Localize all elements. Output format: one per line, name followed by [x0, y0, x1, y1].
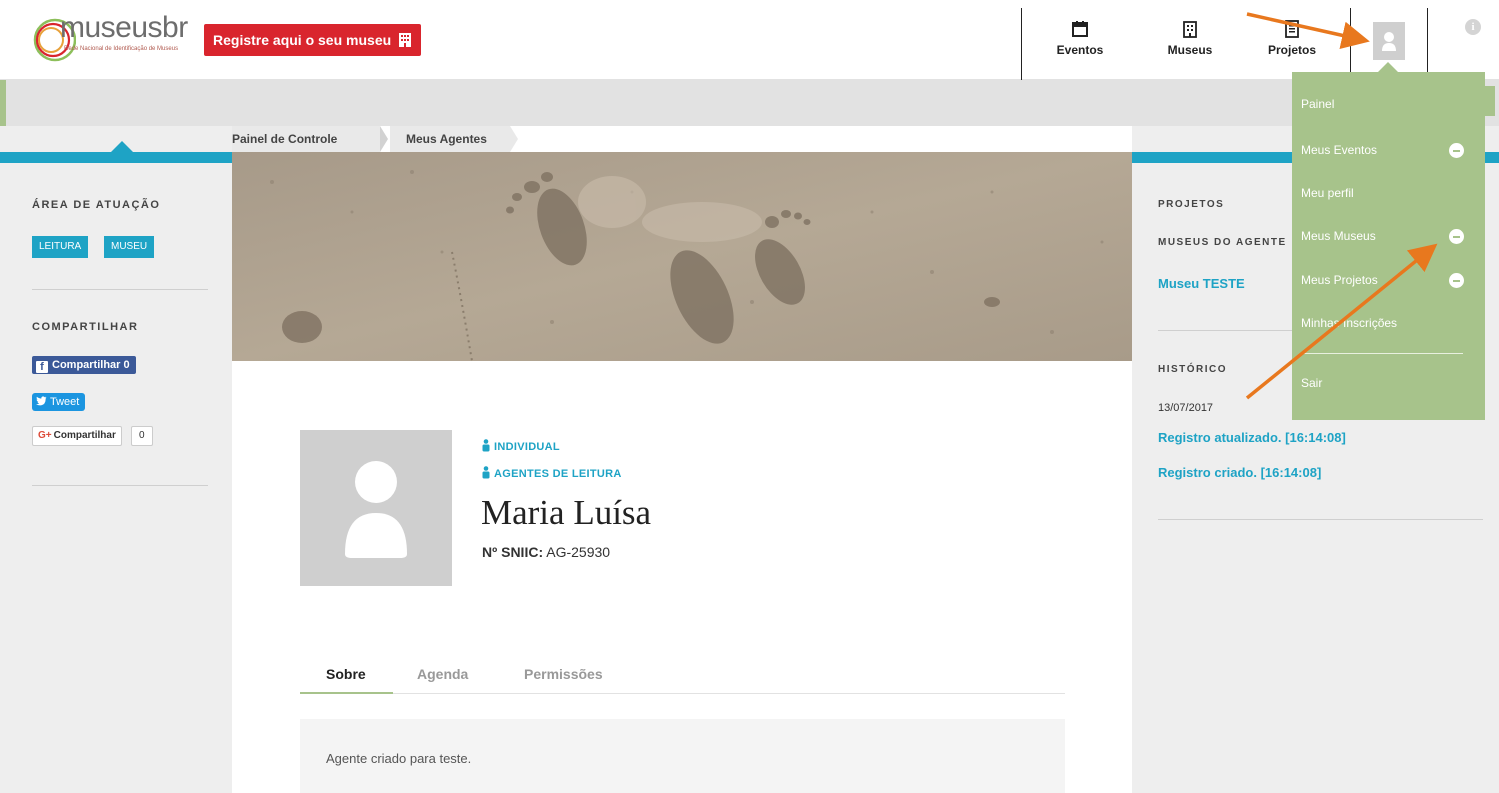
- sniic-number: Nº SNIIC: AG-25930: [482, 544, 610, 560]
- projects-title: PROJETOS: [1158, 199, 1225, 210]
- breadcrumb-separator: [380, 126, 388, 152]
- document-icon: [1285, 20, 1299, 38]
- nav-museus-label: Museus: [1167, 43, 1213, 57]
- profile-avatar: [300, 430, 452, 586]
- collapse-minus-icon[interactable]: [1449, 143, 1464, 158]
- user-avatar-button[interactable]: [1373, 22, 1405, 60]
- dropdown-caret: [1378, 62, 1398, 72]
- breadcrumb: Painel de Controle Meus Agentes: [232, 126, 1132, 152]
- person-icon: [482, 466, 490, 479]
- tag-leitura[interactable]: LEITURA: [32, 236, 89, 258]
- facebook-share-button[interactable]: f Compartilhar 0: [32, 356, 136, 374]
- menu-item-meus-eventos[interactable]: Meus Eventos: [1301, 143, 1377, 157]
- left-sidebar: [0, 126, 232, 793]
- breadcrumb-meus-agentes[interactable]: Meus Agentes: [390, 126, 510, 152]
- menu-item-minhas-inscricoes[interactable]: Minhas Inscrições: [1301, 316, 1397, 330]
- agent-name: Maria Luísa: [481, 493, 652, 532]
- left-accent-notch: [111, 141, 133, 152]
- tab-agenda[interactable]: Agenda: [417, 666, 468, 682]
- agent-area: AGENTES DE LEITURA: [482, 466, 622, 480]
- sniic-label: Nº SNIIC:: [482, 544, 544, 560]
- agent-type: INDIVIDUAL: [482, 439, 560, 453]
- top-header: museusbr Rede Nacional de Identificação …: [0, 0, 1499, 80]
- logo-text: museusbr: [60, 11, 188, 44]
- nav-projetos[interactable]: Projetos: [1242, 0, 1342, 79]
- user-dropdown-menu: [1292, 72, 1485, 420]
- calendar-icon: [1072, 21, 1088, 37]
- history-item[interactable]: Registro criado. [16:14:08]: [1158, 465, 1321, 480]
- nav-eventos[interactable]: Eventos: [1030, 0, 1130, 79]
- user-icon: [1382, 32, 1396, 51]
- status-bar-edge: [1485, 86, 1495, 116]
- history-item[interactable]: Registro atualizado. [16:14:08]: [1158, 430, 1346, 445]
- collapse-minus-icon[interactable]: [1449, 273, 1464, 288]
- area-title: ÁREA DE ATUAÇÃO: [32, 199, 161, 211]
- google-plus-share-button[interactable]: G+ Compartilhar: [32, 426, 122, 446]
- breadcrumb-painel-label: Painel de Controle: [232, 132, 338, 146]
- building-icon: [399, 33, 412, 47]
- user-silhouette-icon: [345, 461, 407, 558]
- nav-separator: [1427, 8, 1428, 80]
- divider: [1158, 519, 1483, 520]
- agent-area-label: AGENTES DE LEITURA: [494, 468, 622, 480]
- menu-item-meus-museus[interactable]: Meus Museus: [1301, 229, 1376, 243]
- active-tab-indicator: [300, 692, 393, 694]
- google-plus-count: 0: [131, 426, 153, 446]
- nav-museus[interactable]: Museus: [1140, 0, 1240, 79]
- cover-image: [232, 152, 1132, 361]
- collapse-minus-icon[interactable]: [1449, 229, 1464, 244]
- menu-divider: [1301, 353, 1463, 354]
- tweet-label: Tweet: [50, 396, 80, 408]
- facebook-icon: f: [36, 361, 48, 373]
- facebook-share-count: 0: [123, 359, 130, 371]
- menu-item-meu-perfil[interactable]: Meu perfil: [1301, 186, 1354, 200]
- menu-item-sair[interactable]: Sair: [1301, 376, 1322, 390]
- history-date: 13/07/2017: [1158, 402, 1214, 414]
- register-museum-button[interactable]: Registre aqui o seu museu: [204, 24, 422, 56]
- register-museum-label: Registre aqui o seu museu: [213, 32, 392, 48]
- breadcrumb-meus-agentes-label: Meus Agentes: [406, 132, 487, 146]
- footprints-in-sand-image: [232, 152, 1132, 361]
- nav-separator: [1350, 8, 1351, 80]
- left-accent-strip: [0, 152, 232, 163]
- nav-projetos-label: Projetos: [1267, 43, 1316, 57]
- agent-type-label: INDIVIDUAL: [494, 441, 560, 453]
- google-plus-label: Compartilhar: [53, 430, 116, 441]
- sniic-value: AG-25930: [546, 544, 611, 560]
- about-text: Agente criado para teste.: [326, 751, 472, 766]
- tab-sobre[interactable]: Sobre: [326, 666, 366, 682]
- nav-separator: [1021, 8, 1022, 80]
- divider: [32, 485, 208, 486]
- share-title: COMPARTILHAR: [32, 321, 139, 333]
- divider: [32, 289, 208, 290]
- tab-permissoes[interactable]: Permissões: [524, 666, 603, 682]
- twitter-bird-icon: [36, 396, 47, 406]
- menu-item-painel[interactable]: Painel: [1301, 97, 1334, 111]
- status-bar: [0, 80, 1499, 126]
- history-title: HISTÓRICO: [1158, 364, 1228, 375]
- tweet-button[interactable]: Tweet: [32, 393, 86, 411]
- profile-tabs: Sobre Agenda Permissões: [300, 660, 1065, 694]
- google-plus-icon: G+: [38, 430, 52, 441]
- breadcrumb-separator: [510, 126, 518, 152]
- tag-museu[interactable]: MUSEU: [104, 236, 155, 258]
- building-icon: [1183, 21, 1197, 38]
- menu-item-meus-projetos[interactable]: Meus Projetos: [1301, 273, 1378, 287]
- nav-eventos-label: Eventos: [1056, 43, 1104, 57]
- museusbr-logo[interactable]: museusbr Rede Nacional de Identificação …: [30, 8, 190, 68]
- person-icon: [482, 439, 490, 452]
- museum-link[interactable]: Museu TESTE: [1158, 276, 1245, 291]
- facebook-share-label: Compartilhar: [52, 359, 121, 371]
- museums-title: MUSEUS DO AGENTE: [1158, 237, 1287, 248]
- breadcrumb-painel[interactable]: Painel de Controle: [232, 126, 380, 152]
- info-icon[interactable]: i: [1465, 19, 1481, 35]
- logo-subtitle: Rede Nacional de Identificação de Museus: [64, 46, 179, 52]
